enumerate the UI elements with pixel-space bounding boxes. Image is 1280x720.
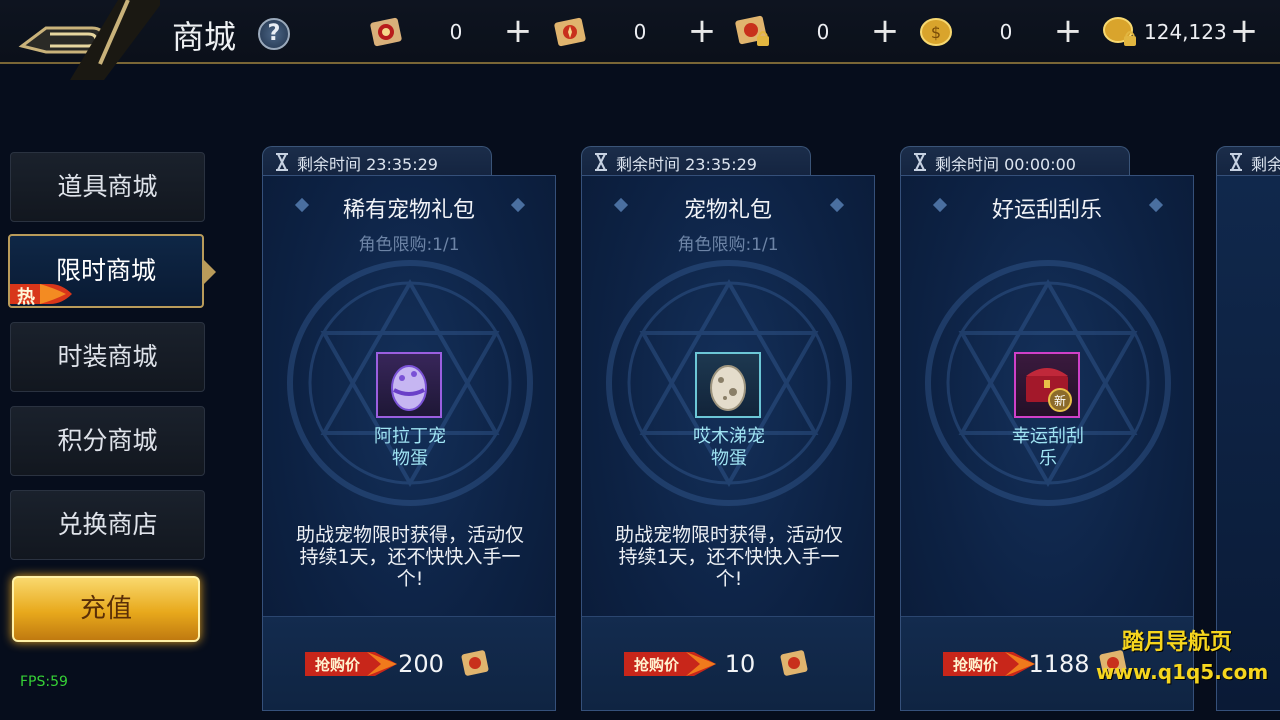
item-name: 阿拉丁宠 物蛋 — [374, 426, 446, 469]
price-value: 1188 — [1028, 650, 1090, 678]
top-bar: 商城 ? 0 + 0 + 0 + $ 0 + 124,123 + — [0, 0, 1280, 80]
item-name: 幸运刮刮乐 — [1012, 426, 1084, 469]
time-remaining: 剩余时间 23:35:29 — [616, 155, 757, 174]
resource-gold-scroll: 0 + — [548, 12, 718, 52]
page-title: 商城 — [172, 18, 237, 56]
card-title: 好运刮刮乐 — [991, 198, 1102, 223]
locked-coin-icon — [1103, 17, 1136, 46]
sidebar-item-points-shop[interactable]: 积分商城 — [10, 406, 205, 476]
pet-egg-icon — [391, 365, 427, 411]
time-remaining: 剩余 — [1251, 155, 1280, 174]
item-name: 哎木涕宠 物蛋 — [693, 426, 765, 469]
help-button[interactable]: ? — [258, 18, 290, 50]
add-gold-scroll-button[interactable]: + — [684, 12, 720, 52]
card-description: 助战宠物限时获得，活动仅持续1天，还不快快入手一个! — [295, 524, 524, 590]
price-badge-label: 抢购价 — [634, 656, 680, 674]
locked-scroll-icon — [735, 15, 769, 46]
pet-egg-icon — [710, 365, 746, 411]
back-button[interactable] — [0, 0, 164, 80]
resource-gold-coin: $ 0 + — [914, 12, 1084, 52]
resource-locked-scroll: 0 + — [731, 12, 901, 52]
svg-text:$: $ — [931, 23, 941, 42]
gold-scroll-icon — [554, 17, 586, 47]
sidebar-item-fashion-shop[interactable]: 时装商城 — [10, 322, 205, 392]
add-red-scroll-button[interactable]: + — [500, 12, 536, 52]
fps-counter: FPS:59 — [20, 674, 68, 690]
timer-tab: 剩余时间 23:35:29 — [262, 146, 492, 176]
new-badge: 新 — [1054, 393, 1066, 408]
add-gold-coin-button[interactable]: + — [1050, 12, 1086, 52]
item-slot[interactable] — [376, 352, 442, 418]
price-value: 200 — [398, 650, 444, 678]
treasure-chest-icon: 新 — [1026, 368, 1072, 412]
hourglass-icon — [276, 153, 288, 171]
resource-value: 0 — [633, 20, 647, 44]
watermark-url: www.q1q5.com — [1096, 660, 1269, 684]
card-description: 助战宠物限时获得，活动仅持续1天，还不快快入手一个! — [614, 524, 843, 590]
gold-scroll-icon — [461, 650, 489, 676]
purchase-limit: 角色限购:1/1 — [358, 235, 460, 255]
recharge-button[interactable]: 充值 — [12, 576, 200, 642]
add-locked-scroll-button[interactable]: + — [867, 12, 903, 52]
price-value: 10 — [724, 650, 756, 678]
time-remaining: 剩余时间 23:35:29 — [297, 155, 438, 174]
shop-card-rare-pet-pack: 稀有宠物礼包 角色限购:1/1 阿拉丁宠 物蛋 助战宠物限时获得，活动仅持续1天，… — [262, 175, 556, 711]
resource-value: 0 — [816, 20, 830, 44]
resource-value: 0 — [999, 20, 1013, 44]
watermark-title: 踏月导航页 — [1122, 630, 1233, 655]
shop-card-pet-pack: 宠物礼包 角色限购:1/1 哎木涕宠 物蛋 助战宠物限时获得，活动仅持续1天，还不… — [581, 175, 875, 711]
item-slot[interactable]: 新 — [1014, 352, 1080, 418]
purchase-limit: 角色限购:1/1 — [677, 235, 779, 255]
gold-scroll-icon — [780, 650, 808, 676]
price-badge-label: 抢购价 — [315, 656, 361, 674]
back-arrow-icon — [18, 0, 164, 80]
timer-tab: 剩余时间 23:35:29 — [581, 146, 811, 176]
hourglass-icon — [595, 153, 607, 171]
add-locked-coin-button[interactable]: + — [1226, 12, 1262, 52]
item-slot[interactable] — [695, 352, 761, 418]
card-title: 稀有宠物礼包 — [342, 198, 475, 223]
resource-locked-coin: 124,123 + — [1098, 12, 1268, 52]
hourglass-icon — [1230, 153, 1242, 171]
timer-tab: 剩余时间 00:00:00 — [900, 146, 1130, 176]
selected-arrow-icon — [204, 260, 216, 284]
red-scroll-icon — [370, 17, 402, 47]
gold-coin-icon: $ — [920, 18, 952, 46]
price-badge-label: 抢购价 — [953, 656, 999, 674]
resource-value: 0 — [449, 20, 463, 44]
sidebar-item-exchange-shop[interactable]: 兑换商店 — [10, 490, 205, 560]
timer-tab: 剩余 — [1216, 146, 1280, 176]
hourglass-icon — [914, 153, 926, 171]
hot-label: 热 — [17, 287, 35, 308]
time-remaining: 剩余时间 00:00:00 — [935, 155, 1076, 174]
resource-red-scroll: 0 + — [364, 12, 534, 52]
card-title: 宠物礼包 — [683, 198, 772, 223]
sidebar-item-item-shop[interactable]: 道具商城 — [10, 152, 205, 222]
